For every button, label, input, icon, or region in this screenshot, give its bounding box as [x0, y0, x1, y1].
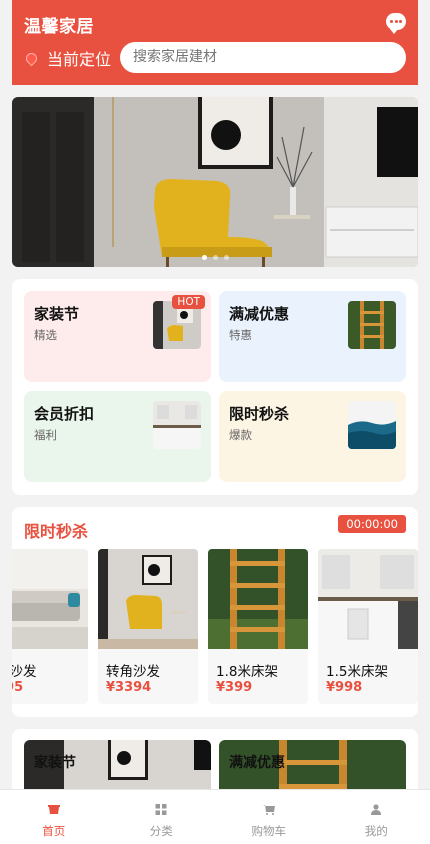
bottom-tab-bar: 首页 分类 购物车 我的	[0, 789, 430, 844]
product-image	[318, 549, 418, 649]
countdown-timer: 00:00:00	[338, 515, 406, 533]
tab-label: 我的	[364, 824, 388, 838]
grid-icon	[155, 804, 167, 815]
flash-sale-title: 限时秒杀	[24, 522, 89, 541]
category-title: 会员折扣	[34, 405, 95, 423]
product-name: 转角沙发	[106, 664, 160, 680]
product-card[interactable]: 1.5米床架 ¥998	[318, 549, 418, 704]
product-card[interactable]: 人沙发 795	[12, 549, 88, 704]
category-thumbnail	[348, 401, 396, 449]
user-icon	[371, 804, 382, 815]
category-thumbnail	[153, 401, 201, 449]
category-section: 家装节 精选 HOT 满减优惠 特惠 会员折扣 福利 限时秒杀 爆款	[12, 279, 418, 495]
home-icon	[47, 805, 60, 814]
category-thumbnail	[348, 301, 396, 349]
category-member[interactable]: 会员折扣 福利	[24, 391, 211, 482]
hot-badge: HOT	[172, 295, 205, 309]
product-image	[98, 549, 198, 649]
tab-category[interactable]: 分类	[108, 790, 216, 844]
category-title: 家装节	[34, 305, 80, 323]
category-subtitle: 特惠	[229, 328, 252, 342]
product-name: 人沙发	[12, 664, 37, 680]
product-card[interactable]: 1.8米床架 ¥399	[208, 549, 308, 704]
tab-label: 购物车	[251, 824, 287, 838]
chat-icon[interactable]	[386, 13, 406, 34]
tab-profile[interactable]: 我的	[323, 790, 430, 844]
tab-label: 首页	[42, 824, 66, 838]
product-name: 1.5米床架	[326, 664, 388, 680]
tab-label: 分类	[149, 824, 173, 838]
category-subtitle: 福利	[34, 428, 57, 442]
product-price: ¥399	[216, 680, 253, 695]
category-title: 满减优惠	[229, 305, 290, 323]
category-subtitle: 爆款	[229, 428, 252, 442]
product-image	[12, 549, 88, 649]
app-title: 温馨家居	[24, 17, 94, 37]
product-image	[208, 549, 308, 649]
featured-title: 满减优惠	[229, 755, 285, 771]
tab-home[interactable]: 首页	[0, 790, 108, 844]
category-title: 限时秒杀	[229, 405, 290, 423]
banner-image	[12, 97, 418, 267]
featured-title: 家装节	[34, 755, 76, 771]
category-home-festival[interactable]: 家装节 精选 HOT	[24, 291, 211, 382]
product-price: 795	[12, 680, 24, 695]
location-label: 当前定位	[47, 50, 112, 69]
banner-indicator[interactable]	[12, 255, 418, 260]
location-selector[interactable]: 当前定位	[23, 46, 112, 70]
category-flash-sale[interactable]: 限时秒杀 爆款	[219, 391, 406, 482]
location-pin-icon	[23, 50, 40, 66]
category-discount[interactable]: 满减优惠 特惠	[219, 291, 406, 382]
product-price: ¥3394	[106, 680, 152, 695]
search-input[interactable]	[120, 42, 406, 73]
app-header: 温馨家居 当前定位	[12, 0, 418, 85]
cart-icon	[262, 805, 275, 815]
flash-sale-section: 限时秒杀 00:00:00 人沙发 795 转角沙发 ¥3394 1.8米床架 …	[12, 507, 418, 717]
product-name: 1.8米床架	[216, 664, 278, 680]
product-card[interactable]: 转角沙发 ¥3394	[98, 549, 198, 704]
product-price: ¥998	[326, 680, 363, 695]
hero-banner[interactable]	[12, 97, 418, 267]
tab-cart[interactable]: 购物车	[215, 790, 323, 844]
category-subtitle: 精选	[34, 328, 57, 342]
